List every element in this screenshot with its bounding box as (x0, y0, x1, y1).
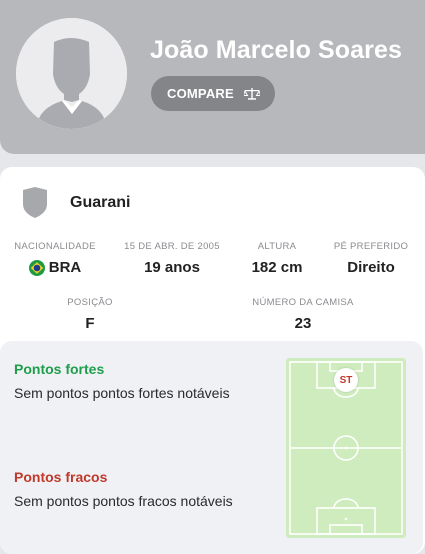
shield-icon (23, 187, 47, 218)
player-header: João Marcelo Soares COMPARE (0, 0, 425, 154)
stat-value: 182 cm (251, 259, 303, 276)
stat-value: 19 anos (144, 259, 200, 276)
strengths-title: Pontos fortes (14, 361, 105, 377)
stat-birth: 15 DE ABR. DE 2005 19 anos (120, 241, 224, 276)
player-silhouette-icon (16, 18, 127, 129)
stat-label: NÚMERO DA CAMISA (252, 297, 354, 308)
weaknesses-title: Pontos fracos (14, 469, 108, 485)
stat-label: NACIONALIDADE (14, 241, 96, 252)
scale-icon (243, 87, 260, 100)
stat-value: BRA (48, 259, 82, 276)
strengths-text: Sem pontos pontos fortes notáveis (14, 385, 230, 401)
stat-value: Direito (347, 259, 395, 276)
stat-height: ALTURA 182 cm (237, 241, 317, 276)
stat-value-wrap: BRA (8, 259, 102, 276)
stat-value: F (85, 315, 95, 332)
stat-preferred-foot: PÉ PREFERIDO Direito (330, 241, 412, 276)
brazil-flag-icon (28, 259, 45, 276)
stat-label: POSIÇÃO (67, 297, 113, 308)
team-link[interactable]: Guarani (22, 187, 130, 218)
stat-position: POSIÇÃO F (46, 297, 134, 332)
team-name: Guarani (70, 193, 131, 211)
compare-button[interactable]: COMPARE (151, 76, 275, 111)
stat-label: PÉ PREFERIDO (333, 241, 409, 252)
stat-label: ALTURA (257, 241, 297, 252)
player-avatar (16, 18, 127, 129)
position-badge: ST (334, 368, 358, 392)
compare-label: COMPARE (167, 86, 234, 101)
stat-nationality: NACIONALIDADE BRA (8, 241, 102, 276)
position-badge-label: ST (339, 374, 353, 386)
stat-shirt-number: NÚMERO DA CAMISA 23 (247, 297, 359, 332)
weaknesses-text: Sem pontos pontos fracos notáveis (14, 493, 233, 509)
player-name: João Marcelo Soares (150, 36, 403, 64)
stat-label: 15 DE ABR. DE 2005 (124, 241, 220, 252)
stat-value: 23 (294, 315, 312, 332)
